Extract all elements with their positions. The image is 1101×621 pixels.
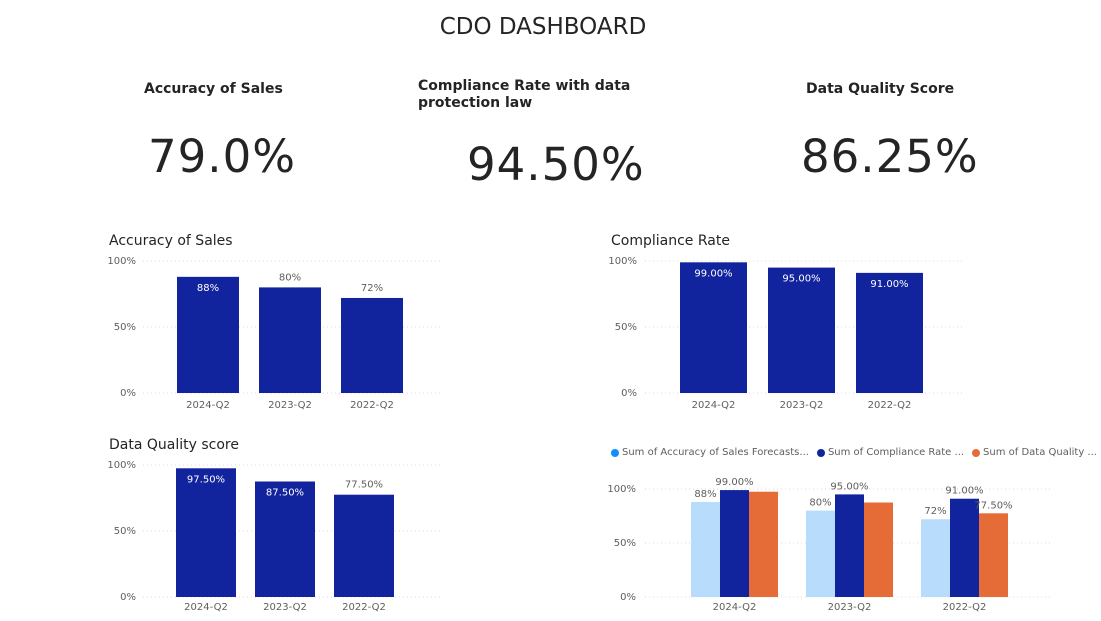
quality-bar-2024-Q2[interactable] xyxy=(176,468,236,597)
accuracy-data-label: 80% xyxy=(279,272,301,283)
legend-dot-quality xyxy=(972,448,981,457)
combined-bar-2-2024-Q2[interactable] xyxy=(749,491,778,597)
accuracy-xtick-label: 2024-Q2 xyxy=(186,400,230,411)
compliance-ytick-label: 100% xyxy=(608,256,637,267)
accuracy-data-label: 88% xyxy=(197,283,219,294)
quality-ytick-label: 50% xyxy=(114,526,136,537)
combined-data-label-1: 99.00% xyxy=(715,477,753,488)
combined-data-label-0: 88% xyxy=(694,489,716,500)
combined-ytick-label: 100% xyxy=(607,484,636,495)
legend-dot-compliance xyxy=(816,448,825,457)
accuracy-data-label: 72% xyxy=(361,283,383,294)
accuracy-bar-2024-Q2[interactable] xyxy=(177,276,239,393)
quality-ytick-label: 0% xyxy=(120,592,136,603)
compliance-data-label: 99.00% xyxy=(694,268,732,279)
combined-data-label-1: 95.00% xyxy=(830,481,868,492)
combined-xtick-label: 2023-Q2 xyxy=(828,602,872,613)
compliance-ytick-label: 50% xyxy=(615,322,637,333)
compliance-bar-2024-Q2[interactable] xyxy=(680,262,747,393)
combined-data-label-1: 91.00% xyxy=(945,486,983,497)
combined-bar-2-2023-Q2[interactable] xyxy=(864,502,893,598)
accuracy-bar-2022-Q2[interactable] xyxy=(341,297,403,393)
compliance-ytick-label: 0% xyxy=(621,388,637,399)
legend-label-compliance: Sum of Compliance Rate ... xyxy=(827,447,965,458)
legend-label-quality: Sum of Data Quality ... xyxy=(983,447,1097,458)
accuracy-of-sales-chart[interactable]: 0% 50% 100% 88% 2024-Q2 80% 2023-Q2 72% 2022-Q2 0… xyxy=(0,0,1101,621)
compliance-bar-2023-Q2[interactable] xyxy=(768,267,835,393)
combined-bar-0-2022-Q2[interactable] xyxy=(921,519,950,597)
compliance-xtick-label: 2023-Q2 xyxy=(780,400,824,411)
combined-bar-0-2024-Q2[interactable] xyxy=(691,501,720,597)
combined-bar-2-2022-Q2[interactable] xyxy=(979,513,1008,597)
quality-bar-2023-Q2[interactable] xyxy=(255,481,315,598)
quality-data-label: 87.50% xyxy=(266,488,304,499)
combined-data-label-0: 80% xyxy=(809,498,831,509)
accuracy-ytick-label: 100% xyxy=(107,256,136,267)
combined-bar-0-2023-Q2[interactable] xyxy=(806,510,835,597)
compliance-bar-2022-Q2[interactable] xyxy=(856,272,923,393)
combined-bar-1-2023-Q2[interactable] xyxy=(835,494,864,597)
compliance-xtick-label: 2022-Q2 xyxy=(868,400,912,411)
combined-data-label-0: 72% xyxy=(924,506,946,517)
combined-ytick-label: 50% xyxy=(614,538,636,549)
accuracy-ytick-label: 50% xyxy=(114,322,136,333)
quality-xtick-label: 2024-Q2 xyxy=(184,602,228,613)
combined-bar-1-2024-Q2[interactable] xyxy=(720,490,749,597)
quality-xtick-label: 2023-Q2 xyxy=(263,602,307,613)
accuracy-ytick-label: 0% xyxy=(120,388,136,399)
combined-xtick-label: 2024-Q2 xyxy=(713,602,757,613)
quality-data-label: 77.50% xyxy=(345,480,383,491)
combined-bar-1-2022-Q2[interactable] xyxy=(950,498,979,597)
accuracy-bar-2023-Q2[interactable] xyxy=(259,287,321,393)
combined-xtick-label: 2022-Q2 xyxy=(943,602,987,613)
compliance-data-label: 95.00% xyxy=(782,274,820,285)
quality-bar-2022-Q2[interactable] xyxy=(334,494,394,597)
legend-label-accuracy: Sum of Accuracy of Sales Forecasts... xyxy=(622,447,809,458)
accuracy-xtick-label: 2023-Q2 xyxy=(268,400,312,411)
legend-item-quality[interactable]: Sum of Data Quality ... xyxy=(972,447,1097,458)
accuracy-xtick-label: 2022-Q2 xyxy=(350,400,394,411)
compliance-data-label: 91.00% xyxy=(870,279,908,290)
quality-xtick-label: 2022-Q2 xyxy=(342,602,386,613)
legend-item-compliance[interactable]: Sum of Compliance Rate ... xyxy=(816,447,965,458)
legend-item-accuracy[interactable]: Sum of Accuracy of Sales Forecasts... xyxy=(611,447,809,458)
combined-chart-legend: Sum of Accuracy of Sales Forecasts... Su… xyxy=(611,447,1097,458)
quality-data-label: 97.50% xyxy=(187,474,225,485)
quality-ytick-label: 100% xyxy=(107,460,136,471)
combined-ytick-label: 0% xyxy=(620,592,636,603)
legend-dot-accuracy xyxy=(611,448,619,457)
combined-data-label-2: 77.50% xyxy=(974,500,1012,511)
compliance-xtick-label: 2024-Q2 xyxy=(692,400,736,411)
